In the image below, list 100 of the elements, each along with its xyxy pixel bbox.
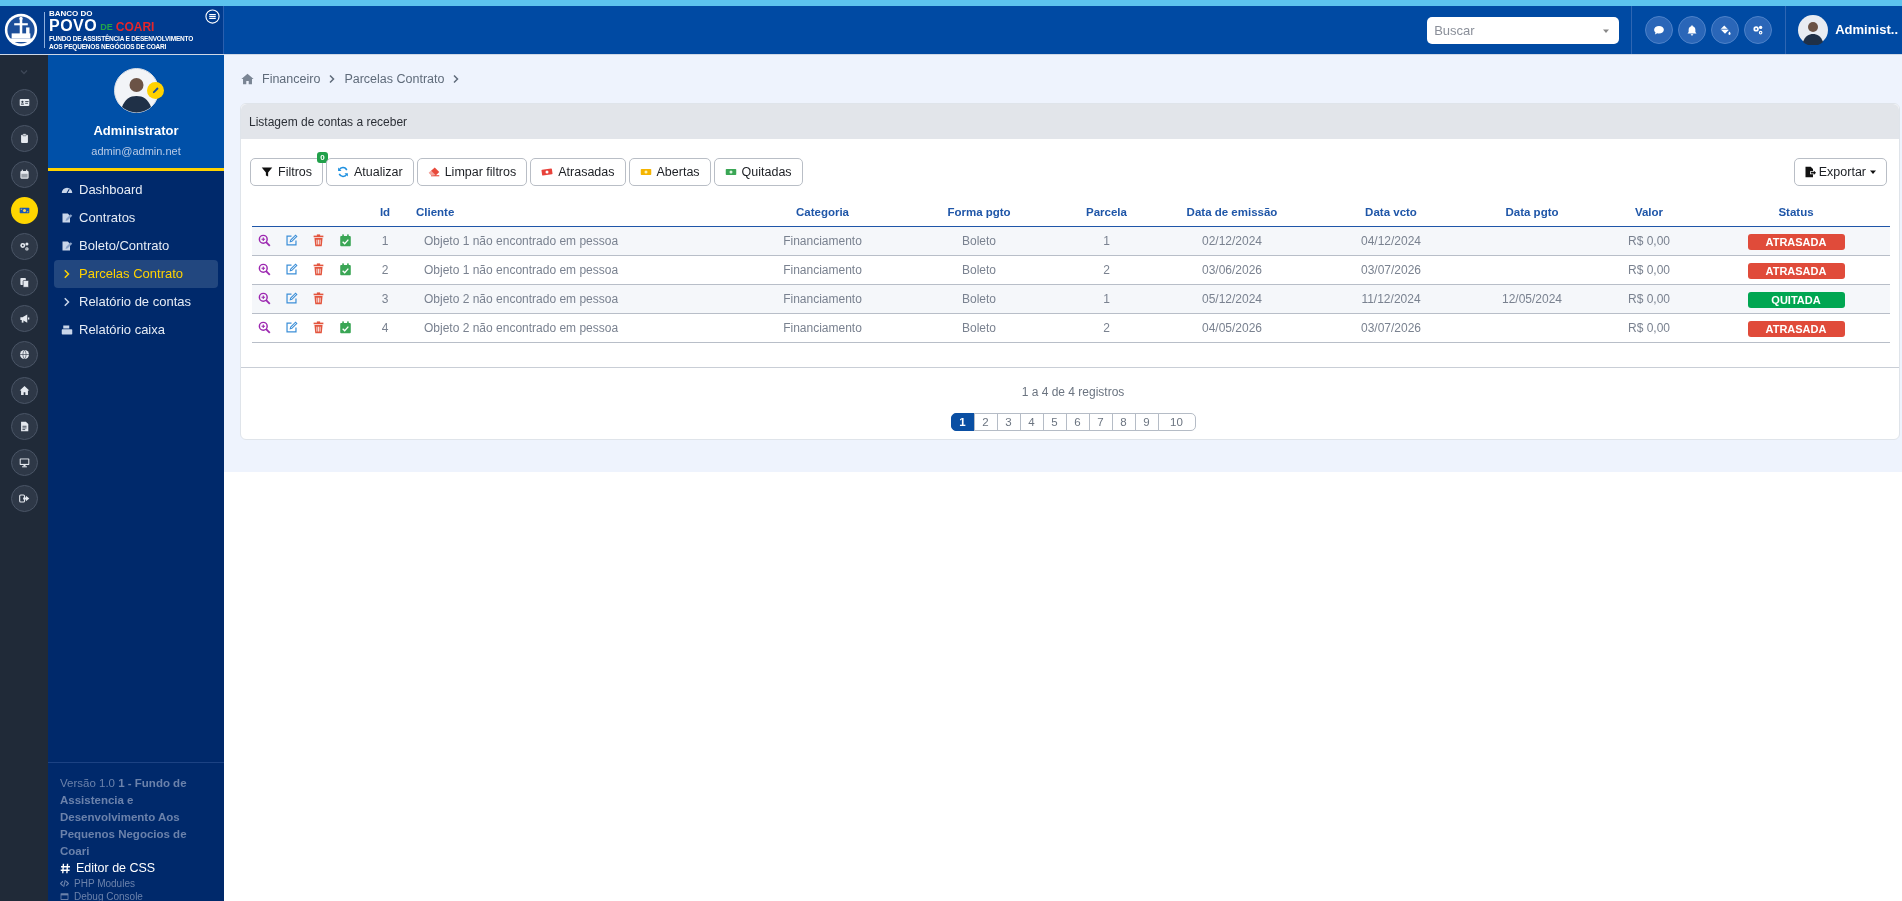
table-cell: 1: [381, 233, 389, 248]
search-field[interactable]: Buscar: [1427, 16, 1620, 44]
zoom-in-icon[interactable]: [258, 321, 271, 334]
edit-icon[interactable]: [285, 263, 298, 276]
table-cell: Objeto 2 não encontrado em pessoa: [424, 320, 619, 335]
column-header[interactable]: Valor: [1634, 206, 1664, 219]
cash-register-icon: [61, 324, 73, 336]
rail-button[interactable]: [10, 161, 38, 188]
profile-name: Administrator: [93, 122, 179, 140]
table-cell: R$ 0,00: [1628, 262, 1670, 277]
rail-button[interactable]: [10, 197, 38, 224]
breadcrumb-link[interactable]: Parcelas Contrato: [344, 69, 445, 89]
header-icon-button[interactable]: [1711, 16, 1740, 44]
page-button[interactable]: 7: [1088, 412, 1113, 431]
page-button[interactable]: 4: [1019, 412, 1044, 431]
column-header[interactable]: Data vcto: [1365, 206, 1417, 219]
toolbar-button[interactable]: Atualizar: [326, 158, 414, 186]
monitor-icon: [18, 457, 30, 468]
edit-icon[interactable]: [285, 234, 298, 247]
header-icon-button[interactable]: [1744, 16, 1773, 44]
bell-icon: [1686, 24, 1699, 36]
page-button[interactable]: 6: [1065, 412, 1090, 431]
sidebar-item[interactable]: Dashboard: [54, 176, 218, 204]
toolbar-button[interactable]: Abertas: [628, 158, 711, 186]
home-icon[interactable]: [241, 73, 254, 85]
rail-button[interactable]: [10, 449, 38, 476]
rail-button[interactable]: [10, 305, 38, 332]
calendar-check-icon[interactable]: [339, 234, 352, 247]
column-header[interactable]: Data pgto: [1505, 206, 1559, 219]
eraser-icon: [427, 166, 440, 178]
sidebar-item[interactable]: Boleto/Contrato: [54, 232, 218, 260]
megaphone-icon: [18, 313, 30, 324]
table-cell: 04/12/2024: [1360, 233, 1422, 248]
toolbar-button[interactable]: Quitadas: [713, 158, 803, 186]
rail-button[interactable]: [10, 269, 38, 296]
rail-button[interactable]: [10, 377, 38, 404]
sidebar-item[interactable]: Relatório caixa: [54, 316, 218, 344]
export-button[interactable]: Exportar: [1793, 158, 1887, 186]
status-badge: ATRASADA: [1747, 320, 1845, 337]
sidebar-item[interactable]: Parcelas Contrato: [54, 260, 218, 288]
page-button[interactable]: 9: [1134, 412, 1159, 431]
user-name[interactable]: Administ..: [1835, 20, 1898, 40]
calendar-check-icon[interactable]: [339, 321, 352, 334]
footer-link[interactable]: PHP Modules: [60, 877, 212, 890]
zoom-in-icon[interactable]: [258, 263, 271, 276]
edit-icon[interactable]: [285, 321, 298, 334]
column-header[interactable]: Forma pgto: [947, 206, 1011, 219]
header-icon-button[interactable]: [1645, 16, 1674, 44]
id-card-icon: [18, 97, 30, 108]
count-badge: 0: [317, 152, 329, 163]
rail-button[interactable]: [10, 125, 38, 152]
footer-link[interactable]: Editor de CSS: [60, 860, 212, 877]
breadcrumb-link[interactable]: Financeiro: [262, 69, 321, 89]
logo-text: BANCO DO: [49, 10, 94, 18]
sidebar-item[interactable]: Contratos: [54, 204, 218, 232]
sidebar-item[interactable]: Relatório de contas: [54, 288, 218, 316]
trash-icon[interactable]: [312, 292, 325, 305]
zoom-in-icon[interactable]: [258, 292, 271, 305]
rail-button[interactable]: [10, 89, 38, 116]
document-icon: [18, 421, 30, 432]
rail-button[interactable]: [10, 413, 38, 440]
calendar-check-icon[interactable]: [339, 263, 352, 276]
table-cell: 03/07/2026: [1360, 262, 1422, 277]
table-cell: 1: [1103, 233, 1110, 248]
page-button[interactable]: 2: [973, 412, 998, 431]
column-header[interactable]: Parcela: [1086, 206, 1127, 219]
toolbar-button[interactable]: Atrasadas: [530, 158, 626, 186]
trash-icon[interactable]: [312, 234, 325, 247]
table-cell: Boleto: [962, 262, 996, 277]
toolbar-button[interactable]: Limpar filtros: [416, 158, 528, 186]
page-button[interactable]: 5: [1042, 412, 1067, 431]
status-badge: ATRASADA: [1747, 233, 1845, 250]
trash-icon[interactable]: [312, 321, 325, 334]
table-cell: 11/12/2024: [1361, 291, 1421, 306]
page-button[interactable]: 8: [1111, 412, 1136, 431]
page-button[interactable]: 1: [950, 412, 975, 431]
user-avatar[interactable]: [1798, 15, 1829, 45]
rail-button[interactable]: [10, 341, 38, 368]
table-cell: 3: [381, 291, 389, 306]
records-info: 1 a 4 de 4 registros: [1021, 383, 1125, 401]
rail-button[interactable]: [10, 485, 38, 512]
zoom-in-icon[interactable]: [258, 234, 271, 247]
pencil-icon: [150, 86, 160, 95]
column-header[interactable]: Status: [1778, 206, 1814, 219]
menu-toggle-icon[interactable]: [205, 9, 220, 24]
table-cell: 2: [1103, 320, 1110, 335]
document-pen-icon: [61, 212, 73, 224]
status-badge: ATRASADA: [1747, 262, 1845, 279]
page-button[interactable]: 3: [996, 412, 1021, 431]
trash-icon[interactable]: [312, 263, 325, 276]
column-header[interactable]: Categoria: [795, 206, 849, 219]
column-header[interactable]: Id: [379, 206, 391, 219]
column-header[interactable]: Cliente: [416, 206, 455, 219]
column-header[interactable]: Data de emissão: [1186, 206, 1278, 219]
logo-text: POVO: [49, 18, 98, 34]
header-icon-button[interactable]: [1678, 16, 1707, 44]
page-button[interactable]: 10: [1157, 412, 1196, 431]
rail-button[interactable]: [10, 233, 38, 260]
table-cell: Objeto 1 não encontrado em pessoa: [424, 262, 619, 277]
edit-icon[interactable]: [285, 292, 298, 305]
